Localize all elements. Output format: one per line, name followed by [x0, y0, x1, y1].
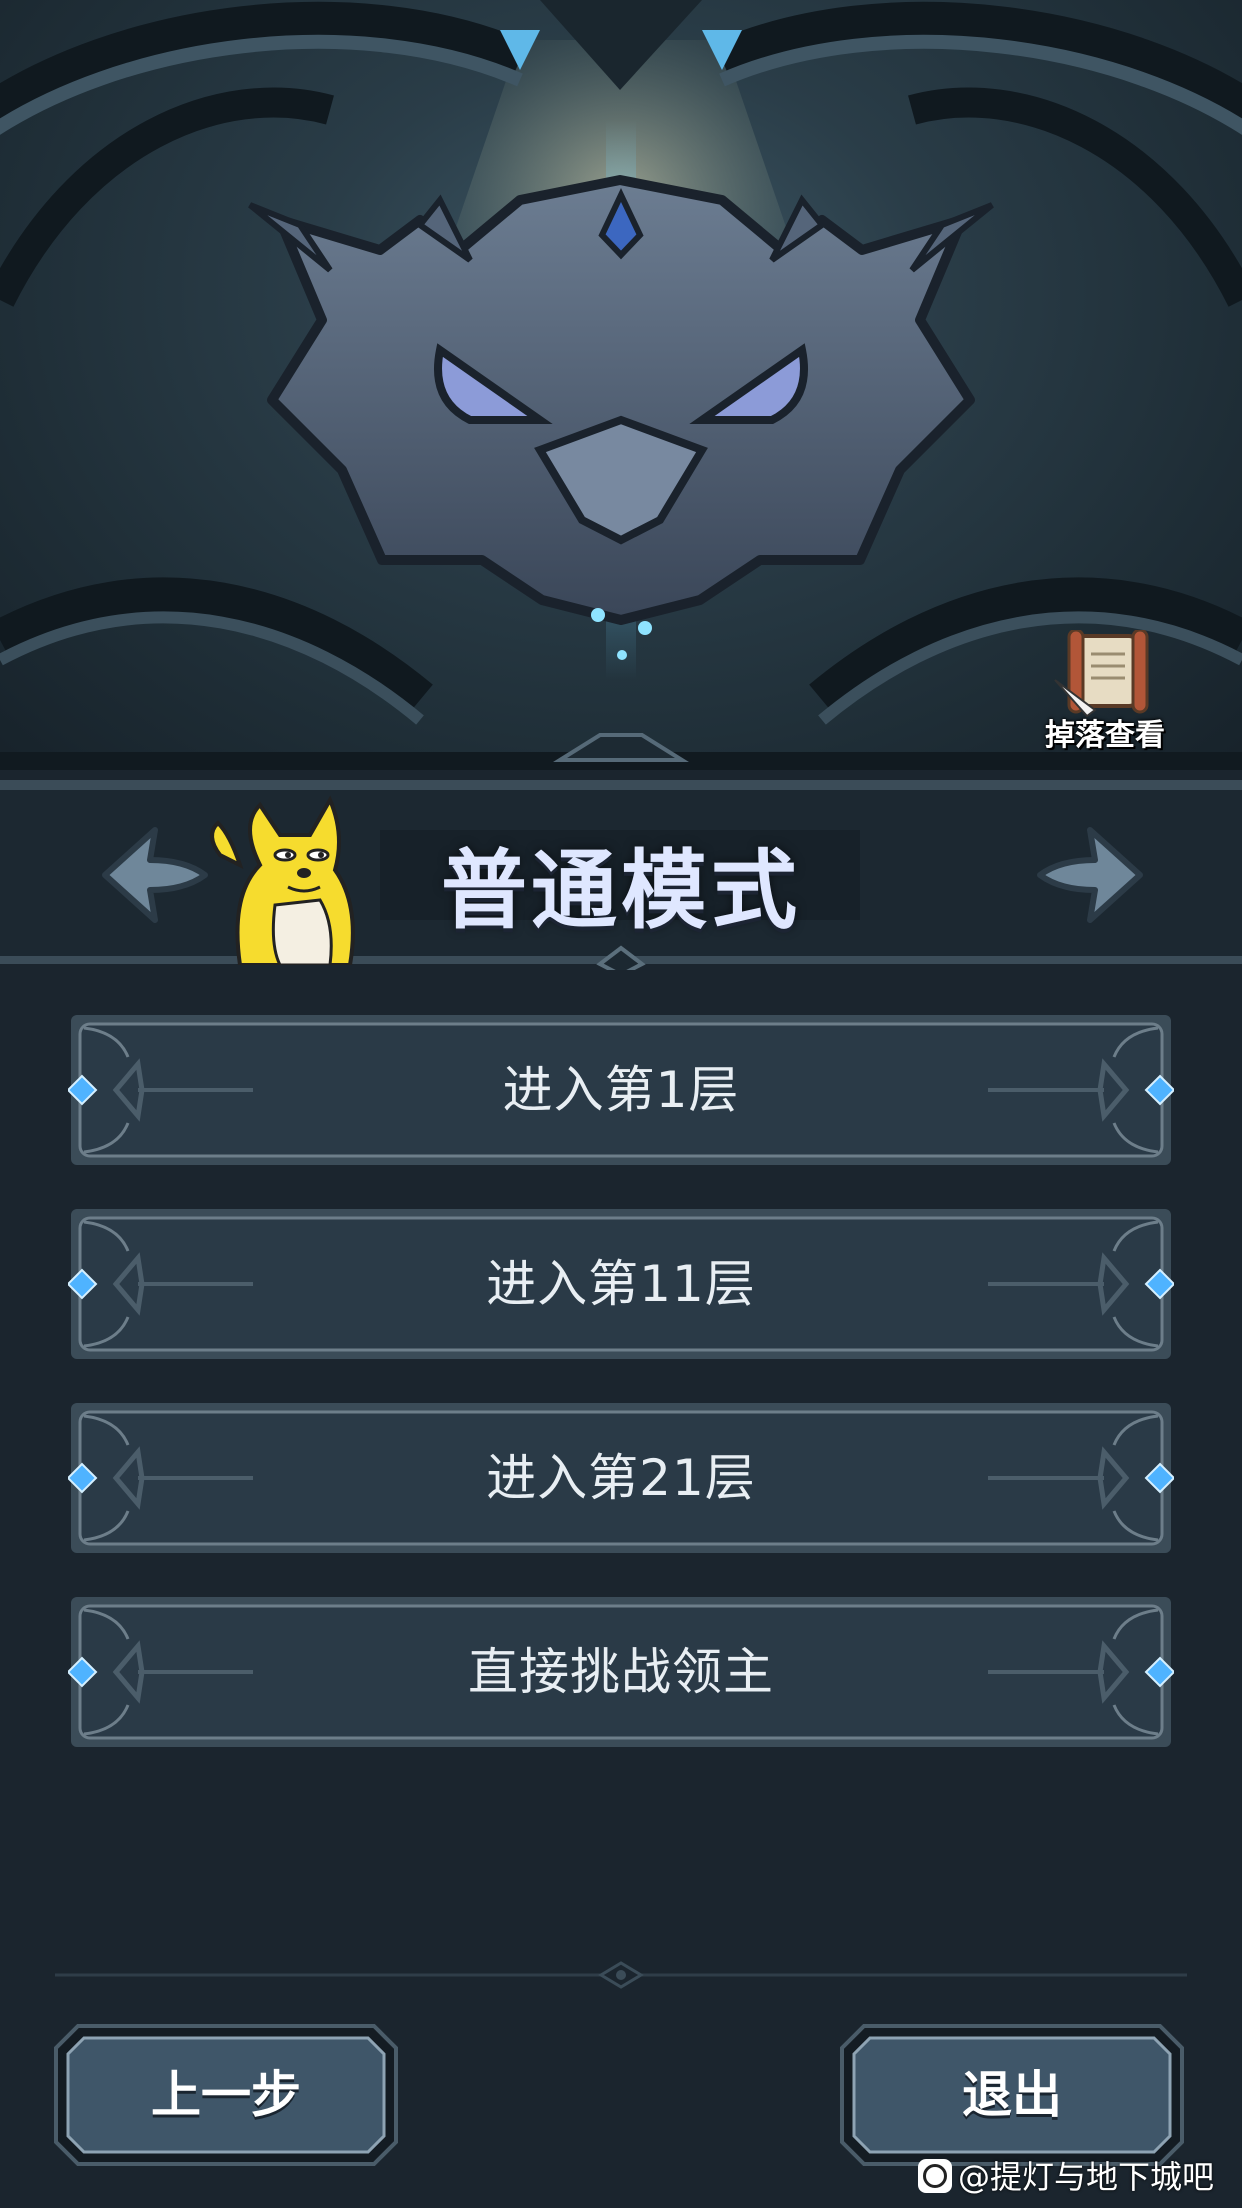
scroll-icon [1054, 630, 1149, 718]
previous-step-button[interactable]: 上一步 [54, 2024, 398, 2166]
option-label: 直接挑战领主 [468, 1643, 774, 1701]
drop-view-label: 掉落查看 [1045, 718, 1165, 753]
enter-floor-1-button[interactable]: 进入第1层 [68, 1012, 1174, 1168]
enter-floor-11-button[interactable]: 进入第11层 [68, 1206, 1174, 1362]
option-label: 进入第11层 [486, 1255, 756, 1313]
mode-next-arrow-icon[interactable] [1030, 820, 1150, 930]
boss-hero-area: 掉落查看 [0, 0, 1242, 770]
mode-selector: 普通模式 [0, 770, 1242, 970]
drop-view-button[interactable]: 掉落查看 [1035, 630, 1175, 753]
exit-label: 退出 [962, 2066, 1062, 2124]
option-label: 进入第21层 [486, 1449, 756, 1507]
watermark-text: @提灯与地下城吧 [958, 2158, 1215, 2196]
option-label: 进入第1层 [502, 1061, 740, 1119]
challenge-lord-button[interactable]: 直接挑战领主 [68, 1594, 1174, 1750]
bottom-divider [55, 1961, 1187, 1989]
exit-button[interactable]: 退出 [840, 2024, 1184, 2166]
previous-step-label: 上一步 [151, 2066, 301, 2124]
tieba-logo-icon [918, 2159, 952, 2193]
enter-floor-21-button[interactable]: 进入第21层 [68, 1400, 1174, 1556]
watermark: @提灯与地下城吧 [918, 2152, 1238, 2202]
